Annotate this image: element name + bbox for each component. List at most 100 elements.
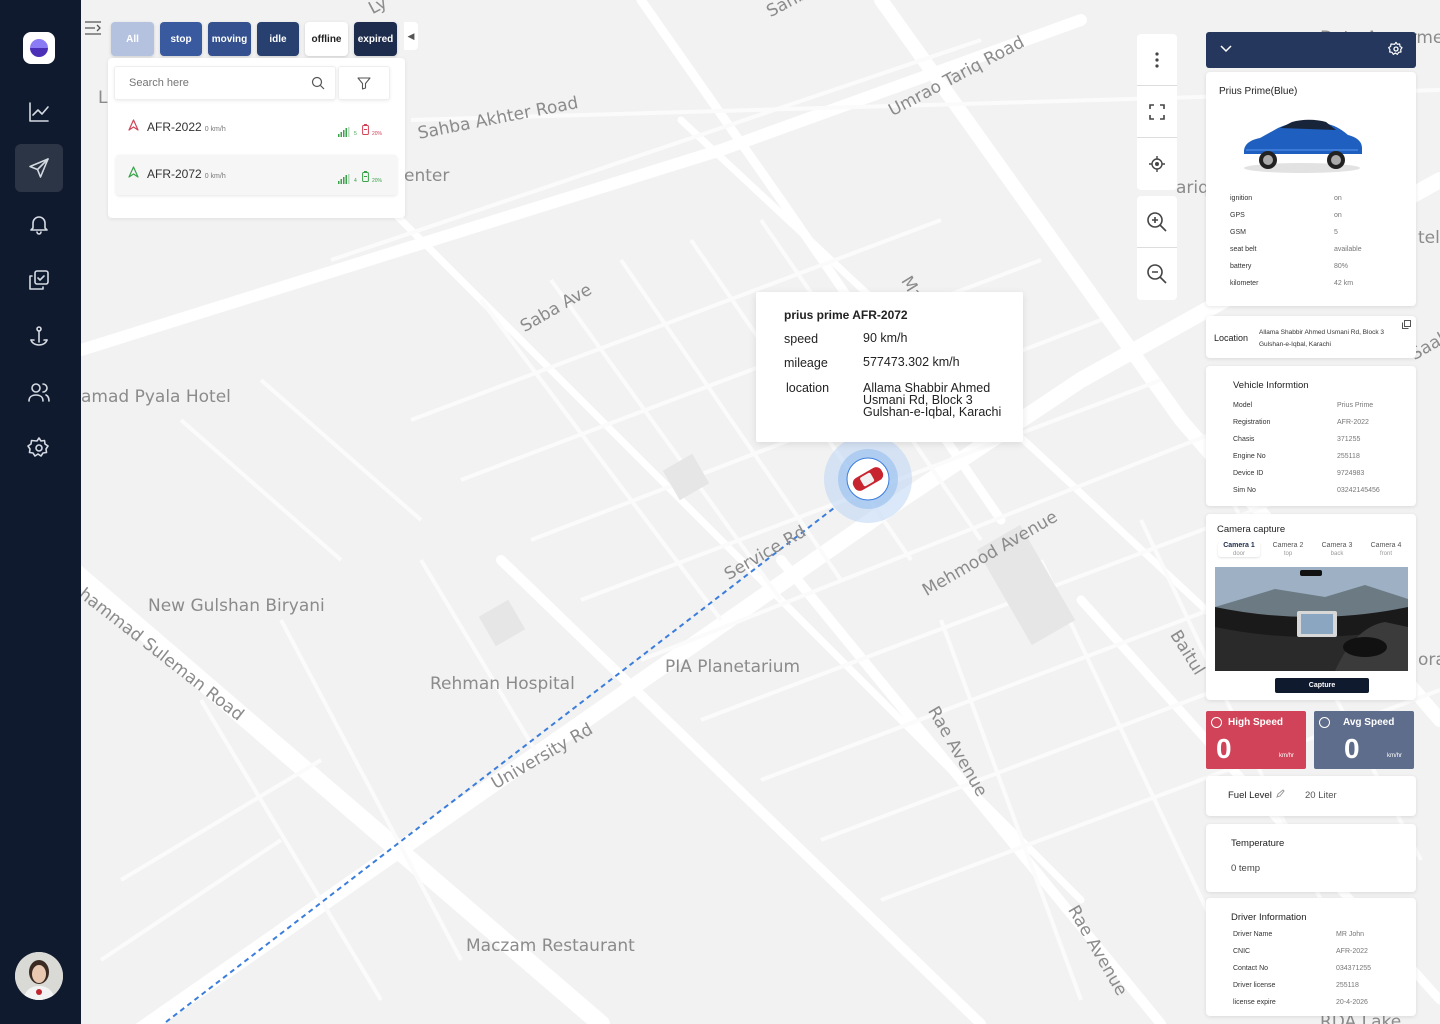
info-key: kilometer: [1230, 280, 1259, 287]
vehicle-direction-icon: [128, 165, 139, 183]
info-value: 034371255: [1336, 965, 1372, 972]
signal-icon: [338, 171, 354, 184]
camera-tab-4[interactable]: Camera 4 front: [1365, 542, 1407, 557]
map-label: Maczam Restaurant: [466, 936, 635, 956]
info-key: ignition: [1230, 195, 1253, 202]
gear-icon[interactable]: [1388, 41, 1404, 57]
fuel-card: Fuel Level 20 Liter: [1206, 776, 1416, 816]
fuel-label: Fuel Level: [1228, 790, 1272, 801]
info-key: battery: [1230, 263, 1252, 270]
chevron-down-icon[interactable]: [1220, 45, 1232, 53]
camera-tab-2[interactable]: Camera 2 top: [1267, 542, 1309, 557]
info-value: 9724983: [1337, 470, 1365, 477]
search-icon[interactable]: [311, 76, 325, 90]
nav-tasks[interactable]: [15, 256, 63, 304]
info-value: 371255: [1337, 436, 1361, 443]
popup-title: prius prime AFR-2072: [784, 308, 908, 322]
checklist-icon: [29, 270, 49, 290]
nav-geofence[interactable]: [15, 312, 63, 360]
speedometer-icon: [1211, 717, 1222, 728]
vehicle-popup: prius prime AFR-2072 speed 90 km/h milea…: [756, 292, 1023, 442]
vehicle-info-card: Vehicle Informtion Model Prius Prime Regis…: [1206, 366, 1416, 506]
filter-all[interactable]: All: [111, 22, 154, 56]
filter-idle[interactable]: idle: [257, 22, 299, 56]
map-label: oran: [1418, 650, 1440, 670]
high-speed-card: High Speed 0 km/hr: [1206, 711, 1306, 769]
more-options-button[interactable]: [1137, 34, 1177, 86]
info-key: CNIC: [1233, 948, 1251, 955]
popup-mileage-value: 577473.302 km/h: [863, 355, 960, 369]
anchor-pin-icon: [30, 326, 48, 346]
info-value: 80%: [1334, 263, 1349, 270]
info-value: 5: [1334, 229, 1338, 236]
nav-alerts[interactable]: [15, 200, 63, 248]
map-label: amad Pyala Hotel: [81, 387, 231, 407]
vehicle-list-item[interactable]: AFR-2022 0 km/h 5 20%: [116, 108, 397, 148]
map-label: ariq: [1176, 178, 1209, 198]
users-icon: [28, 383, 50, 402]
speedometer-icon: [1319, 717, 1330, 728]
camera-tab-1[interactable]: Camera 1 door: [1218, 542, 1260, 557]
popup-speed-value: 90 km/h: [863, 331, 908, 345]
menu-collapse-icon[interactable]: [84, 20, 102, 36]
info-value: available: [1334, 246, 1362, 253]
copy-icon[interactable]: [1402, 320, 1411, 329]
high-speed-unit: km/hr: [1279, 753, 1294, 759]
fullscreen-button[interactable]: [1137, 86, 1177, 138]
zoom-out-button[interactable]: [1137, 248, 1177, 300]
signal-value: 4: [354, 178, 357, 184]
nav-users[interactable]: [15, 368, 63, 416]
car-title: Prius Prime(Blue): [1219, 86, 1298, 97]
camera-tab-name: Camera 4: [1370, 542, 1402, 549]
map-label: enter: [404, 166, 450, 186]
vehicle-name-text: AFR-2022: [147, 120, 202, 134]
crosshair-icon: [1149, 156, 1165, 172]
filter-offline[interactable]: offline: [305, 22, 348, 56]
navigation-icon: [29, 158, 49, 178]
avg-speed-value: 0: [1344, 733, 1360, 764]
camera-tab-sub: front: [1379, 551, 1392, 557]
collapse-panel-button[interactable]: ◀: [404, 22, 418, 50]
app-logo[interactable]: [23, 32, 55, 64]
location-card: Location Allama Shabbir Ahmed Usmani Rd,…: [1206, 316, 1416, 358]
car-status-card: Prius Prime(Blue) ignition on GPS on GSM 5 sea…: [1206, 72, 1416, 306]
info-value: AFR-2022: [1337, 419, 1369, 426]
nav-tracking[interactable]: [15, 144, 63, 192]
filter-button[interactable]: [338, 66, 390, 100]
camera-tab-3[interactable]: Camera 3 back: [1316, 542, 1358, 557]
info-value: AFR-2022: [1336, 948, 1368, 955]
chart-line-icon: [29, 102, 49, 122]
camera-tab-name: Camera 2: [1272, 542, 1304, 549]
vehicle-name-text: AFR-2072: [147, 167, 202, 181]
user-avatar[interactable]: [15, 952, 63, 1000]
nav-analytics[interactable]: [15, 88, 63, 136]
info-key: seat belt: [1230, 246, 1257, 253]
edit-pencil-icon[interactable]: [1276, 789, 1285, 798]
camera-tab-sub: back: [1330, 551, 1344, 557]
popup-mileage-label: mileage: [784, 356, 828, 370]
info-value: on: [1334, 212, 1342, 219]
locate-button[interactable]: [1137, 138, 1177, 190]
nav-settings[interactable]: [15, 424, 63, 472]
map-label: L: [98, 88, 108, 108]
avatar-photo: [15, 952, 63, 1000]
temperature-card: Temperature 0 temp: [1206, 824, 1416, 892]
high-speed-label: High Speed: [1228, 717, 1284, 728]
camera-feed-image: [1215, 567, 1408, 671]
capture-button[interactable]: Capture: [1275, 678, 1369, 693]
driver-info-title: Driver Information: [1231, 912, 1307, 923]
battery-icon: [362, 171, 369, 184]
search-input[interactable]: [115, 67, 305, 99]
vehicle-list-item[interactable]: AFR-2072 0 km/h 4 20%: [116, 155, 397, 195]
zoom-in-button[interactable]: [1137, 196, 1177, 248]
kebab-menu-icon: [1155, 51, 1159, 68]
status-filter-bar: All stop moving idle offline expired: [111, 22, 397, 56]
info-key: Driver license: [1233, 982, 1276, 989]
map-label: Rehman Hospital: [430, 674, 575, 694]
info-key: Driver Name: [1233, 931, 1273, 938]
fullscreen-icon: [1149, 103, 1165, 120]
filter-moving[interactable]: moving: [208, 22, 251, 56]
info-key: Chasis: [1233, 436, 1255, 443]
filter-stop[interactable]: stop: [160, 22, 202, 56]
filter-expired[interactable]: expired: [354, 22, 397, 56]
